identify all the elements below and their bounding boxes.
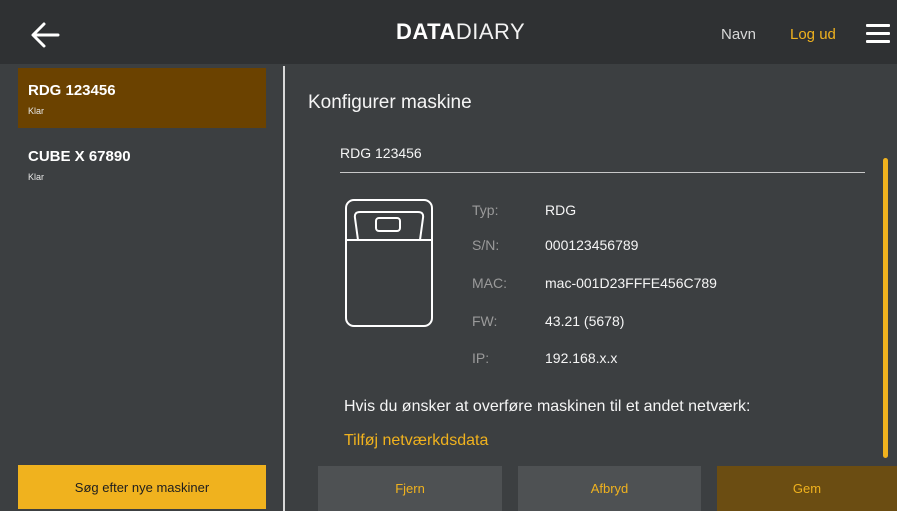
machine-name: RDG 123456 (28, 82, 116, 99)
spec-label-serial: S/N: (472, 237, 500, 253)
machine-list-item-cube[interactable]: CUBE X 67890 Klar (18, 134, 266, 194)
machine-name-input[interactable]: RDG 123456 (340, 142, 865, 173)
page-title: Konfigurer maskine (308, 92, 472, 113)
hamburger-menu-icon[interactable] (866, 24, 890, 44)
vertical-divider (283, 66, 285, 511)
cancel-button[interactable]: Afbryd (518, 466, 701, 511)
spec-label-firmware: FW: (472, 313, 498, 329)
search-new-machines-button[interactable]: Søg efter nye maskiner (18, 465, 266, 509)
save-button[interactable]: Gem (717, 466, 897, 511)
spec-value-firmware: 43.21 (5678) (545, 313, 625, 329)
machine-list-sidebar: RDG 123456 Klar CUBE X 67890 Klar Søg ef… (0, 64, 283, 511)
machine-status: Klar (28, 172, 45, 182)
logout-link[interactable]: Log ud (790, 26, 836, 43)
machine-device-icon (344, 198, 434, 328)
spec-value-serial: 000123456789 (545, 237, 639, 253)
datadiary-logo: DATADIARY (396, 18, 525, 46)
back-arrow-icon[interactable] (28, 20, 62, 50)
spec-label-ip: IP: (472, 350, 490, 366)
scrollbar[interactable] (883, 158, 888, 458)
remove-button[interactable]: Fjern (318, 466, 502, 511)
spec-label-mac: MAC: (472, 275, 507, 291)
machine-status: Klar (28, 106, 45, 116)
spec-value-mac: mac-001D23FFFE456C789 (545, 275, 717, 291)
spec-value-ip: 192.168.x.x (545, 350, 618, 366)
spec-label-type: Typ: (472, 202, 499, 218)
transfer-network-text: Hvis du ønsker at overføre maskinen til … (344, 398, 751, 415)
logo-bold-text: DATA (396, 19, 456, 44)
logo-thin-text: DIARY (455, 19, 526, 44)
spec-value-type: RDG (545, 202, 577, 218)
machine-name: CUBE X 67890 (28, 148, 131, 165)
add-network-data-link[interactable]: Tilføj netværkdsdata (344, 432, 488, 450)
configure-machine-panel: Konfigurer maskine RDG 123456 Typ: RDG S… (286, 64, 897, 511)
nav-name-link[interactable]: Navn (721, 26, 756, 43)
top-bar: DATADIARY Navn Log ud (0, 0, 897, 64)
machine-list-item-rdg[interactable]: RDG 123456 Klar (18, 68, 266, 128)
